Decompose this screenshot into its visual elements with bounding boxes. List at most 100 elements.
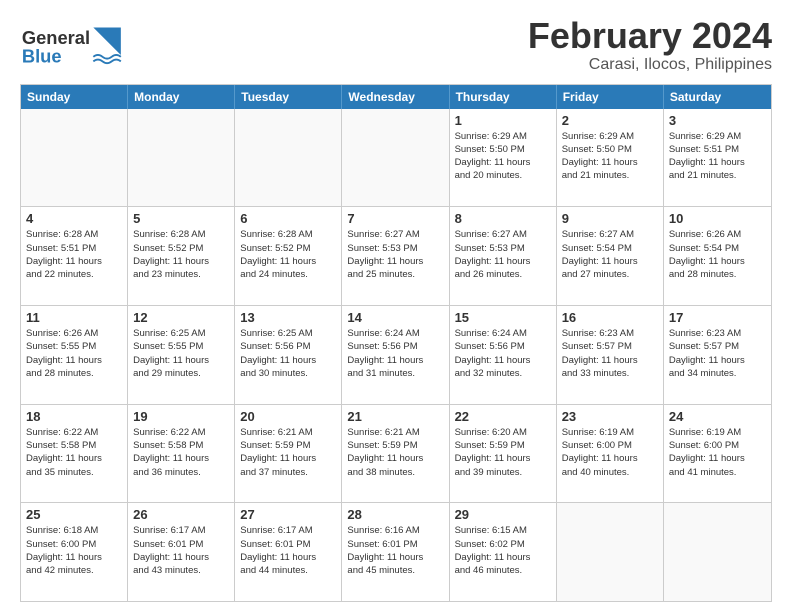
calendar-cell: 13 Sunrise: 6:25 AM Sunset: 5:56 PM Dayli… [235,306,342,404]
day-info: Sunrise: 6:22 AM Sunset: 5:58 PM Dayligh… [26,426,122,479]
day-header-sunday: Sunday [21,85,128,109]
day-number: 23 [562,409,658,424]
day-number: 7 [347,211,443,226]
day-info: Sunrise: 6:17 AM Sunset: 6:01 PM Dayligh… [133,524,229,577]
day-info: Sunrise: 6:27 AM Sunset: 5:53 PM Dayligh… [455,228,551,281]
day-info: Sunrise: 6:23 AM Sunset: 5:57 PM Dayligh… [669,327,766,380]
day-info: Sunrise: 6:26 AM Sunset: 5:55 PM Dayligh… [26,327,122,380]
calendar-cell [557,503,664,601]
day-number: 26 [133,507,229,522]
day-info: Sunrise: 6:27 AM Sunset: 5:53 PM Dayligh… [347,228,443,281]
calendar-cell: 8 Sunrise: 6:27 AM Sunset: 5:53 PM Daylig… [450,207,557,305]
calendar-cell: 22 Sunrise: 6:20 AM Sunset: 5:59 PM Dayli… [450,405,557,503]
day-info: Sunrise: 6:21 AM Sunset: 5:59 PM Dayligh… [347,426,443,479]
calendar-cell [342,109,449,207]
calendar-cell [21,109,128,207]
calendar-cell: 27 Sunrise: 6:17 AM Sunset: 6:01 PM Dayli… [235,503,342,601]
calendar-cell: 23 Sunrise: 6:19 AM Sunset: 6:00 PM Dayli… [557,405,664,503]
day-header-monday: Monday [128,85,235,109]
calendar-cell: 4 Sunrise: 6:28 AM Sunset: 5:51 PM Daylig… [21,207,128,305]
day-number: 6 [240,211,336,226]
calendar-cell: 10Sunrise: 6:26 AM Sunset: 5:54 PM Dayli… [664,207,771,305]
day-number: 28 [347,507,443,522]
day-number: 12 [133,310,229,325]
day-number: 18 [26,409,122,424]
day-number: 16 [562,310,658,325]
calendar-cell [235,109,342,207]
day-info: Sunrise: 6:24 AM Sunset: 5:56 PM Dayligh… [347,327,443,380]
calendar-cell: 2 Sunrise: 6:29 AM Sunset: 5:50 PM Daylig… [557,109,664,207]
calendar-header: SundayMondayTuesdayWednesdayThursdayFrid… [21,85,771,109]
day-number: 19 [133,409,229,424]
day-header-tuesday: Tuesday [235,85,342,109]
calendar-cell: 26 Sunrise: 6:17 AM Sunset: 6:01 PM Dayli… [128,503,235,601]
day-number: 2 [562,113,658,128]
calendar-cell: 14 Sunrise: 6:24 AM Sunset: 5:56 PM Dayli… [342,306,449,404]
day-info: Sunrise: 6:29 AM Sunset: 5:50 PM Dayligh… [562,130,658,183]
header: General Blue February 2024 Carasi, Iloco… [20,16,772,74]
calendar-cell: 9Sunrise: 6:27 AM Sunset: 5:54 PM Daylig… [557,207,664,305]
day-info: Sunrise: 6:28 AM Sunset: 5:52 PM Dayligh… [133,228,229,281]
day-number: 4 [26,211,122,226]
calendar-cell: 12 Sunrise: 6:25 AM Sunset: 5:55 PM Dayli… [128,306,235,404]
day-info: Sunrise: 6:19 AM Sunset: 6:00 PM Dayligh… [562,426,658,479]
calendar-cell: 25 Sunrise: 6:18 AM Sunset: 6:00 PM Dayli… [21,503,128,601]
day-number: 8 [455,211,551,226]
day-info: Sunrise: 6:23 AM Sunset: 5:57 PM Dayligh… [562,327,658,380]
calendar-cell: 24 Sunrise: 6:19 AM Sunset: 6:00 PM Dayli… [664,405,771,503]
day-info: Sunrise: 6:29 AM Sunset: 5:50 PM Dayligh… [455,130,551,183]
day-number: 22 [455,409,551,424]
calendar-cell [664,503,771,601]
calendar-cell: 29Sunrise: 6:15 AM Sunset: 6:02 PM Dayli… [450,503,557,601]
logo-svg: General Blue [20,16,130,71]
day-number: 1 [455,113,551,128]
day-info: Sunrise: 6:17 AM Sunset: 6:01 PM Dayligh… [240,524,336,577]
day-info: Sunrise: 6:24 AM Sunset: 5:56 PM Dayligh… [455,327,551,380]
day-number: 5 [133,211,229,226]
day-info: Sunrise: 6:29 AM Sunset: 5:51 PM Dayligh… [669,130,766,183]
day-header-friday: Friday [557,85,664,109]
day-number: 3 [669,113,766,128]
day-number: 29 [455,507,551,522]
day-number: 24 [669,409,766,424]
day-header-saturday: Saturday [664,85,771,109]
day-info: Sunrise: 6:25 AM Sunset: 5:56 PM Dayligh… [240,327,336,380]
day-header-wednesday: Wednesday [342,85,449,109]
day-info: Sunrise: 6:26 AM Sunset: 5:54 PM Dayligh… [669,228,766,281]
calendar-body: 1 Sunrise: 6:29 AM Sunset: 5:50 PM Daylig… [21,109,771,601]
day-number: 27 [240,507,336,522]
day-info: Sunrise: 6:25 AM Sunset: 5:55 PM Dayligh… [133,327,229,380]
calendar-row: 18 Sunrise: 6:22 AM Sunset: 5:58 PM Dayli… [21,404,771,503]
page-subtitle: Carasi, Ilocos, Philippines [528,56,772,74]
calendar-cell: 7 Sunrise: 6:27 AM Sunset: 5:53 PM Daylig… [342,207,449,305]
day-number: 13 [240,310,336,325]
day-number: 14 [347,310,443,325]
logo: General Blue [20,16,130,71]
calendar-cell [128,109,235,207]
calendar-cell: 16 Sunrise: 6:23 AM Sunset: 5:57 PM Dayli… [557,306,664,404]
day-info: Sunrise: 6:18 AM Sunset: 6:00 PM Dayligh… [26,524,122,577]
calendar-row: 4 Sunrise: 6:28 AM Sunset: 5:51 PM Daylig… [21,206,771,305]
day-number: 17 [669,310,766,325]
calendar-cell: 18 Sunrise: 6:22 AM Sunset: 5:58 PM Dayli… [21,405,128,503]
day-number: 25 [26,507,122,522]
calendar: SundayMondayTuesdayWednesdayThursdayFrid… [20,84,772,602]
day-info: Sunrise: 6:22 AM Sunset: 5:58 PM Dayligh… [133,426,229,479]
day-number: 9 [562,211,658,226]
day-info: Sunrise: 6:16 AM Sunset: 6:01 PM Dayligh… [347,524,443,577]
day-info: Sunrise: 6:19 AM Sunset: 6:00 PM Dayligh… [669,426,766,479]
calendar-row: 11Sunrise: 6:26 AM Sunset: 5:55 PM Dayli… [21,305,771,404]
title-block: February 2024 Carasi, Ilocos, Philippine… [528,16,772,74]
calendar-cell: 5 Sunrise: 6:28 AM Sunset: 5:52 PM Daylig… [128,207,235,305]
day-header-thursday: Thursday [450,85,557,109]
day-info: Sunrise: 6:20 AM Sunset: 5:59 PM Dayligh… [455,426,551,479]
day-info: Sunrise: 6:28 AM Sunset: 5:51 PM Dayligh… [26,228,122,281]
calendar-row: 25 Sunrise: 6:18 AM Sunset: 6:00 PM Dayli… [21,502,771,601]
calendar-cell: 21Sunrise: 6:21 AM Sunset: 5:59 PM Dayli… [342,405,449,503]
calendar-cell: 28 Sunrise: 6:16 AM Sunset: 6:01 PM Dayli… [342,503,449,601]
calendar-cell: 19 Sunrise: 6:22 AM Sunset: 5:58 PM Dayli… [128,405,235,503]
calendar-cell: 15Sunrise: 6:24 AM Sunset: 5:56 PM Dayli… [450,306,557,404]
day-info: Sunrise: 6:21 AM Sunset: 5:59 PM Dayligh… [240,426,336,479]
page: General Blue February 2024 Carasi, Iloco… [0,0,792,612]
calendar-cell: 3 Sunrise: 6:29 AM Sunset: 5:51 PM Daylig… [664,109,771,207]
